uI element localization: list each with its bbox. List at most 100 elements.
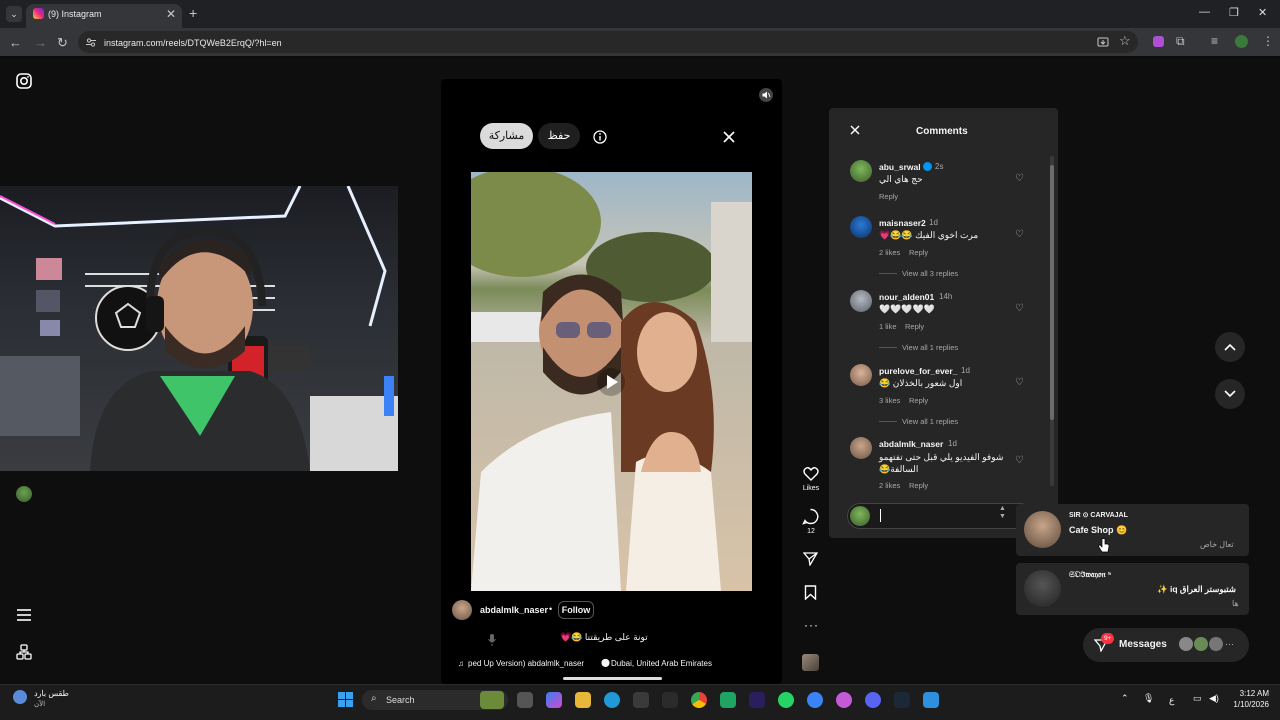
comment-like-icon[interactable]: ♡: [1015, 377, 1024, 388]
windows-start-icon[interactable]: [338, 692, 353, 707]
tab-close-icon[interactable]: ✕: [166, 7, 176, 21]
comment-reply-link[interactable]: Reply: [909, 248, 928, 257]
install-app-icon[interactable]: [1097, 36, 1109, 48]
weather-label[interactable]: طقس بارد: [34, 689, 69, 698]
steam-icon[interactable]: [894, 692, 910, 708]
comment-likes-count[interactable]: 3 likes: [879, 396, 900, 405]
mute-icon[interactable]: [759, 88, 773, 102]
chrome-icon[interactable]: [691, 692, 707, 708]
discord-icon[interactable]: [865, 692, 881, 708]
emoji-stepper-icon[interactable]: ▲ ▼: [999, 505, 1006, 521]
volume-icon[interactable]: ◀): [1209, 693, 1219, 704]
premiere-icon[interactable]: [749, 692, 765, 708]
also-from-meta-icon[interactable]: [16, 644, 32, 660]
menu-hamburger-icon[interactable]: [16, 608, 32, 622]
view-replies-link[interactable]: View all 3 replies: [902, 269, 958, 278]
comment-username[interactable]: maisnaser2: [879, 218, 926, 228]
comment-avatar[interactable]: [850, 216, 872, 238]
instagram-logo-icon[interactable]: [16, 73, 32, 89]
site-info-icon[interactable]: [86, 38, 96, 47]
comment-username[interactable]: abu_srwal: [879, 162, 921, 172]
back-icon[interactable]: ←: [9, 35, 22, 50]
profile-avatar-nav[interactable]: [16, 486, 32, 502]
media-controls-icon[interactable]: ≡: [1211, 34, 1218, 48]
follow-button[interactable]: Follow: [558, 601, 594, 619]
task-view-icon[interactable]: [517, 692, 533, 708]
bookmark-star-icon[interactable]: ☆: [1119, 33, 1131, 49]
save-button[interactable]: حفظ: [538, 123, 580, 149]
info-icon[interactable]: [593, 130, 607, 144]
file-explorer-icon[interactable]: [575, 692, 591, 708]
view-replies-link[interactable]: View all 1 replies: [902, 343, 958, 352]
comment-time: 1d: [961, 366, 970, 375]
microphone-icon[interactable]: [487, 633, 497, 647]
view-replies-link[interactable]: View all 1 replies: [902, 417, 958, 426]
replies-divider: [879, 421, 897, 422]
comment-avatar[interactable]: [850, 290, 872, 312]
comment-likes-count[interactable]: 1 like: [879, 322, 897, 331]
comments-scrollbar-thumb[interactable]: [1050, 165, 1054, 420]
extension-icon[interactable]: [1153, 36, 1164, 47]
tray-mic-icon[interactable]: 🎙: [1143, 693, 1154, 704]
extensions-puzzle-icon[interactable]: ⧉: [1176, 34, 1185, 49]
previous-reel-button[interactable]: [1215, 332, 1245, 362]
share-send-icon[interactable]: [803, 551, 818, 566]
comment-reply-link[interactable]: Reply: [905, 322, 924, 331]
new-tab-button[interactable]: +: [189, 5, 197, 21]
like-heart-icon[interactable]: [803, 466, 819, 481]
comment-like-icon[interactable]: ♡: [1015, 229, 1024, 240]
comment-avatar[interactable]: [850, 160, 872, 182]
comment-reply-link[interactable]: Reply: [909, 481, 928, 490]
comment-avatar[interactable]: [850, 437, 872, 459]
whatsapp-icon[interactable]: [778, 692, 794, 708]
close-comments-icon[interactable]: [850, 125, 860, 135]
close-reel-icon[interactable]: [723, 131, 735, 143]
app-icon[interactable]: [923, 692, 939, 708]
video-progress-handle[interactable]: [563, 677, 662, 680]
excel-like-icon[interactable]: [720, 692, 736, 708]
comment-likes-count[interactable]: 2 likes: [879, 248, 900, 257]
play-icon[interactable]: [597, 368, 625, 396]
comment-like-icon[interactable]: ♡: [1015, 173, 1024, 184]
store-icon[interactable]: [633, 692, 649, 708]
comment-bubble-icon[interactable]: [802, 508, 819, 525]
forward-icon[interactable]: →: [34, 35, 47, 50]
more-conversations-icon: ···: [1225, 639, 1234, 649]
tab-search-button[interactable]: ⌄: [6, 6, 22, 22]
close-window-button[interactable]: ✕: [1258, 6, 1267, 19]
weather-icon[interactable]: [13, 690, 27, 704]
next-reel-button[interactable]: [1215, 379, 1245, 409]
location-label[interactable]: Dubai, United Arab Emirates: [611, 659, 712, 668]
maximize-button[interactable]: ❐: [1229, 6, 1239, 19]
reload-icon[interactable]: ↻: [57, 35, 68, 51]
copilot-icon[interactable]: [546, 692, 562, 708]
author-username[interactable]: abdalmlk_naser: [480, 605, 548, 615]
audio-track[interactable]: ped Up Version) abdalmlk_naser: [468, 659, 586, 668]
clock-time[interactable]: 3:12 AM: [1237, 689, 1269, 698]
input-language[interactable]: ع: [1169, 695, 1174, 706]
edge-icon[interactable]: [604, 692, 620, 708]
comment-like-icon[interactable]: ♡: [1015, 303, 1024, 314]
audio-cover-thumbnail[interactable]: [802, 654, 819, 671]
profile-avatar[interactable]: [1235, 35, 1248, 48]
music-icon[interactable]: [836, 692, 852, 708]
comment-avatar[interactable]: [850, 364, 872, 386]
author-avatar[interactable]: [452, 600, 472, 620]
comment-reply-link[interactable]: Reply: [879, 192, 898, 201]
comment-username[interactable]: purelove_for_ever_: [879, 366, 957, 376]
comment-reply-link[interactable]: Reply: [909, 396, 928, 405]
alienware-icon[interactable]: [662, 692, 678, 708]
share-button[interactable]: مشاركة: [480, 123, 533, 149]
browser-menu-icon[interactable]: ⋮: [1262, 34, 1274, 48]
bookmark-icon[interactable]: [804, 585, 817, 600]
comment-username[interactable]: abdalmlk_naser: [879, 439, 943, 449]
more-options-icon[interactable]: ···: [804, 618, 819, 632]
minimize-button[interactable]: —: [1199, 6, 1210, 18]
comment-like-icon[interactable]: ♡: [1015, 455, 1024, 466]
app-icon[interactable]: [807, 692, 823, 708]
comment-likes-count[interactable]: 2 likes: [879, 481, 900, 490]
clock-date[interactable]: 1/10/2026: [1230, 700, 1269, 709]
comment-username[interactable]: nour_alden01: [879, 292, 934, 302]
tray-overflow-icon[interactable]: ⌃: [1121, 693, 1129, 704]
network-icon[interactable]: ▭: [1193, 693, 1202, 704]
